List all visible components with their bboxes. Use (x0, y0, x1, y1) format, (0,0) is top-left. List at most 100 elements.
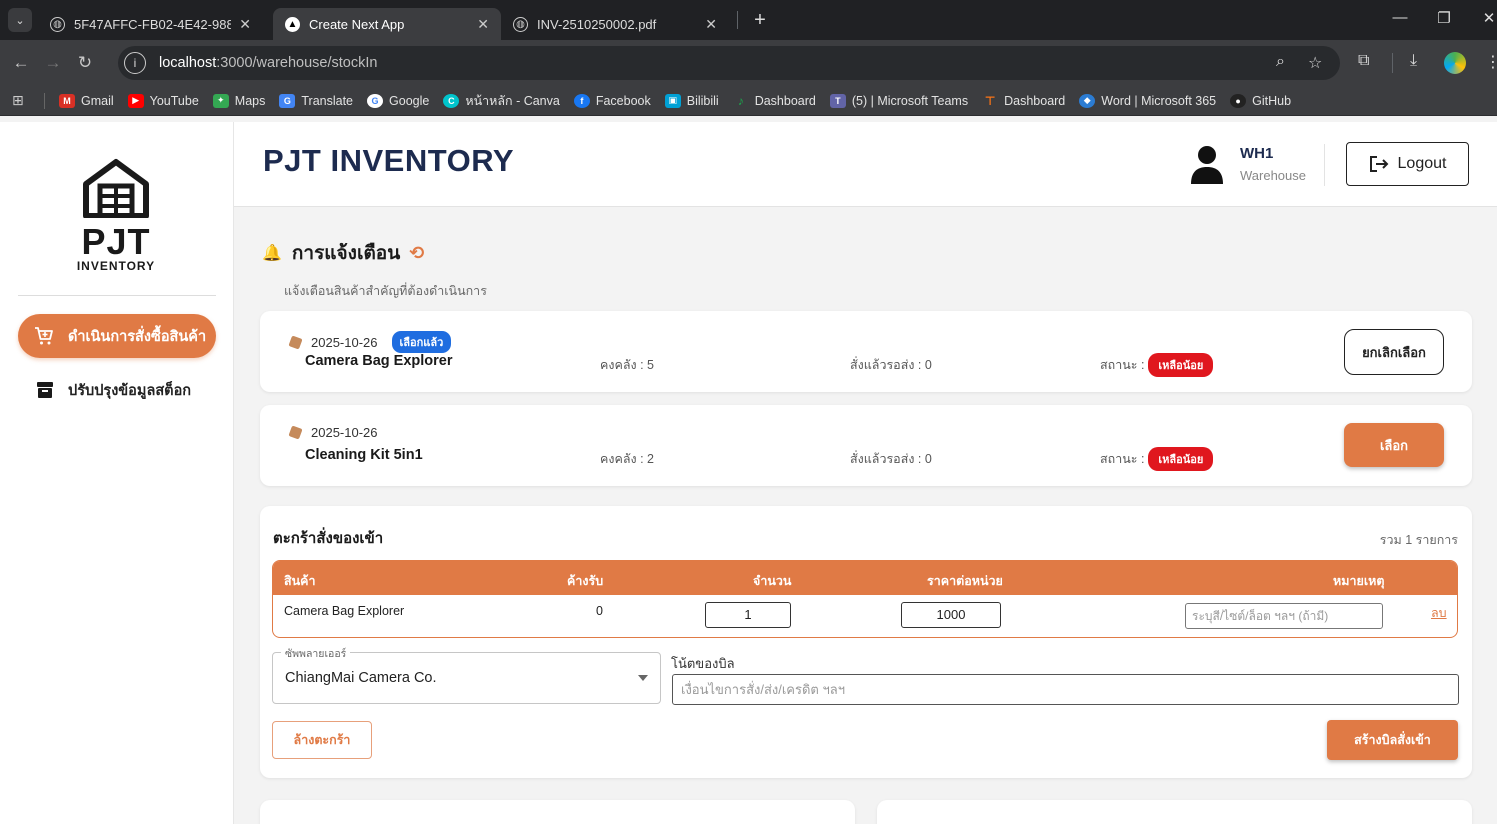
status: สถานะ : เหลือน้อย (1100, 353, 1214, 377)
close-tab-icon[interactable]: ✕ (239, 16, 251, 33)
teams-icon: T (829, 93, 846, 108)
more-menu-icon[interactable]: ⋮ (1485, 52, 1497, 72)
address-bar[interactable]: i localhost:3000/warehouse/stockIn ⌕ ☆ (118, 46, 1340, 80)
bookmark-youtube[interactable]: ▶ YouTube (127, 93, 199, 108)
dashboard-icon: ⊤ (984, 93, 996, 108)
forward-icon[interactable]: → (42, 53, 64, 73)
download-icon[interactable]: ⤓ (1410, 52, 1417, 70)
minimize-icon[interactable]: — (1390, 9, 1410, 26)
status: สถานะ : เหลือน้อย (1100, 447, 1214, 471)
purchase-cart: ตะกร้าสั่งของเข้า รวม 1 รายการ สินค้า ค้… (260, 506, 1472, 778)
app-logo: PJT INVENTORY (68, 158, 164, 273)
bookmark-dashboard-2[interactable]: ⊤ Dashboard (982, 93, 1066, 108)
close-tab-icon[interactable]: ✕ (477, 16, 489, 33)
bilibili-icon: ▣ (664, 93, 681, 108)
browser-tab-3[interactable]: ◍ INV-2510250002.pdf ✕ (501, 8, 729, 40)
restore-icon[interactable]: ❐ (1434, 9, 1454, 27)
col-pending: ค้างรับ (567, 574, 604, 588)
create-bill-button[interactable]: สร้างบิลสั่งเข้า (1327, 720, 1458, 760)
tab-search-button[interactable]: ⌄ (8, 8, 32, 32)
bill-note-input[interactable]: เงื่อนไขการสั่ง/ส่ง/เครดิต ฯลฯ (672, 674, 1459, 705)
cart-icon (35, 327, 53, 345)
user-icon (1191, 146, 1223, 184)
archive-icon (37, 382, 53, 398)
microsoft365-icon: ◆ (1079, 93, 1096, 108)
notification-date: 2025-10-26 (311, 334, 378, 350)
bookmark-maps[interactable]: ✦ Maps (212, 93, 265, 108)
status-badge: เหลือน้อย (1148, 353, 1214, 377)
notification-date: 2025-10-26 (311, 425, 378, 440)
close-window-icon[interactable]: ✕ (1479, 9, 1497, 27)
select-button[interactable]: เลือก (1344, 423, 1444, 467)
refresh-icon[interactable]: ⟲ (409, 243, 424, 264)
bookmark-divider (44, 92, 45, 109)
zoom-icon[interactable]: ⌕ (1276, 53, 1285, 71)
browser-tabbar: ⌄ ◍ 5F47AFFC-FB02-4E42-9887-912 ✕ ▲ Crea… (0, 0, 1497, 40)
page-title: PJT INVENTORY (263, 143, 515, 178)
bookmark-bilibili[interactable]: ▣ Bilibili (664, 93, 719, 108)
ordered-pending: สั่งแล้วรอส่ง : 0 (850, 452, 932, 466)
bookmark-facebook[interactable]: f Facebook (573, 93, 651, 108)
cart-title: ตะกร้าสั่งของเข้า (273, 530, 384, 547)
logout-icon (1369, 156, 1388, 172)
deselect-button[interactable]: ยกเลิกเลือก (1344, 329, 1444, 375)
stock-count: คงคลัง : 5 (600, 358, 654, 372)
bookmark-translate[interactable]: G Translate (279, 93, 353, 108)
note-input[interactable]: ระบุสี/ไซต์/ล็อต ฯลฯ (ถ้ามี) (1185, 603, 1383, 629)
bookmark-dashboard-1[interactable]: ♪ Dashboard (733, 94, 816, 108)
supplier-select[interactable]: ซัพพลายเออร์ ChiangMai Camera Co. (272, 645, 661, 704)
site-info-icon[interactable]: i (124, 52, 146, 74)
url-text: localhost:3000/warehouse/stockIn (159, 55, 378, 71)
header-divider (1324, 144, 1325, 186)
cart-table: สินค้า ค้างรับ จำนวน ราคาต่อหน่วย หมายเห… (272, 560, 1458, 638)
unit-price-input[interactable]: 1000 (901, 602, 1001, 628)
quantity-input[interactable]: 1 (705, 602, 791, 628)
github-icon: ● (1230, 93, 1247, 108)
col-note: หมายเหตุ (1333, 574, 1385, 588)
bookmark-github[interactable]: ● GitHub (1230, 93, 1291, 108)
row-pending: 0 (596, 604, 603, 618)
globe-icon: ◍ (513, 16, 528, 32)
bottom-panel-left (260, 800, 855, 824)
youtube-icon: ▶ (127, 93, 144, 108)
product-name: Camera Bag Explorer (305, 353, 453, 369)
bookmark-gmail[interactable]: M Gmail (59, 93, 114, 108)
close-tab-icon[interactable]: ✕ (705, 16, 717, 33)
bookmark-star-icon[interactable]: ☆ (1308, 53, 1322, 73)
sidebar-item-stock-update[interactable]: ปรับปรุงข้อมูลสต็อก (18, 368, 216, 412)
app-header: PJT INVENTORY WH1 Warehouse Logout (234, 122, 1497, 207)
profile-avatar[interactable] (1444, 52, 1466, 74)
browser-tab-2[interactable]: ▲ Create Next App ✕ (273, 8, 501, 40)
bookmark-word[interactable]: ◆ Word | Microsoft 365 (1079, 93, 1216, 108)
facebook-icon: f (573, 93, 590, 108)
apps-grid-icon[interactable]: ⊞ (12, 92, 28, 109)
bookmark-google[interactable]: G Google (367, 93, 429, 108)
warehouse-icon (83, 159, 149, 219)
logout-button[interactable]: Logout (1346, 142, 1469, 186)
nextjs-icon: ▲ (285, 16, 300, 32)
leaf-icon: ♪ (737, 93, 744, 108)
extensions-icon[interactable]: ⧉ (1358, 52, 1369, 70)
back-icon[interactable]: ← (10, 53, 32, 73)
table-header: สินค้า ค้างรับ จำนวน ราคาต่อหน่วย หมายเห… (273, 561, 1457, 595)
tab-divider (737, 11, 738, 29)
reload-icon[interactable]: ↻ (74, 53, 96, 73)
clear-cart-button[interactable]: ล้างตะกร้า (272, 721, 372, 759)
new-tab-button[interactable]: + (748, 9, 772, 32)
product-name: Cleaning Kit 5in1 (305, 447, 423, 463)
delete-link[interactable]: ลบ (1431, 603, 1447, 623)
row-product: Camera Bag Explorer (284, 604, 405, 618)
notification-card: 2025-10-26 Cleaning Kit 5in1 คงคลัง : 2 … (260, 405, 1472, 486)
browser-tab-1[interactable]: ◍ 5F47AFFC-FB02-4E42-9887-912 ✕ (38, 8, 263, 40)
google-icon: G (367, 93, 384, 108)
user-name: WH1 (1240, 145, 1274, 162)
bill-note-label: โน้ตของบิล (671, 656, 735, 671)
bell-icon: 🔔 (262, 245, 282, 262)
gmail-icon: M (59, 93, 75, 108)
maps-icon: ✦ (212, 93, 229, 108)
bookmark-teams[interactable]: T (5) | Microsoft Teams (829, 93, 968, 108)
sidebar-item-purchase-order[interactable]: ดำเนินการสั่งซื้อสินค้า (18, 314, 216, 358)
cart-total: รวม 1 รายการ (1379, 533, 1458, 547)
package-icon (288, 334, 303, 350)
bookmark-canva[interactable]: C หน้าหลัก - Canva (443, 91, 560, 111)
